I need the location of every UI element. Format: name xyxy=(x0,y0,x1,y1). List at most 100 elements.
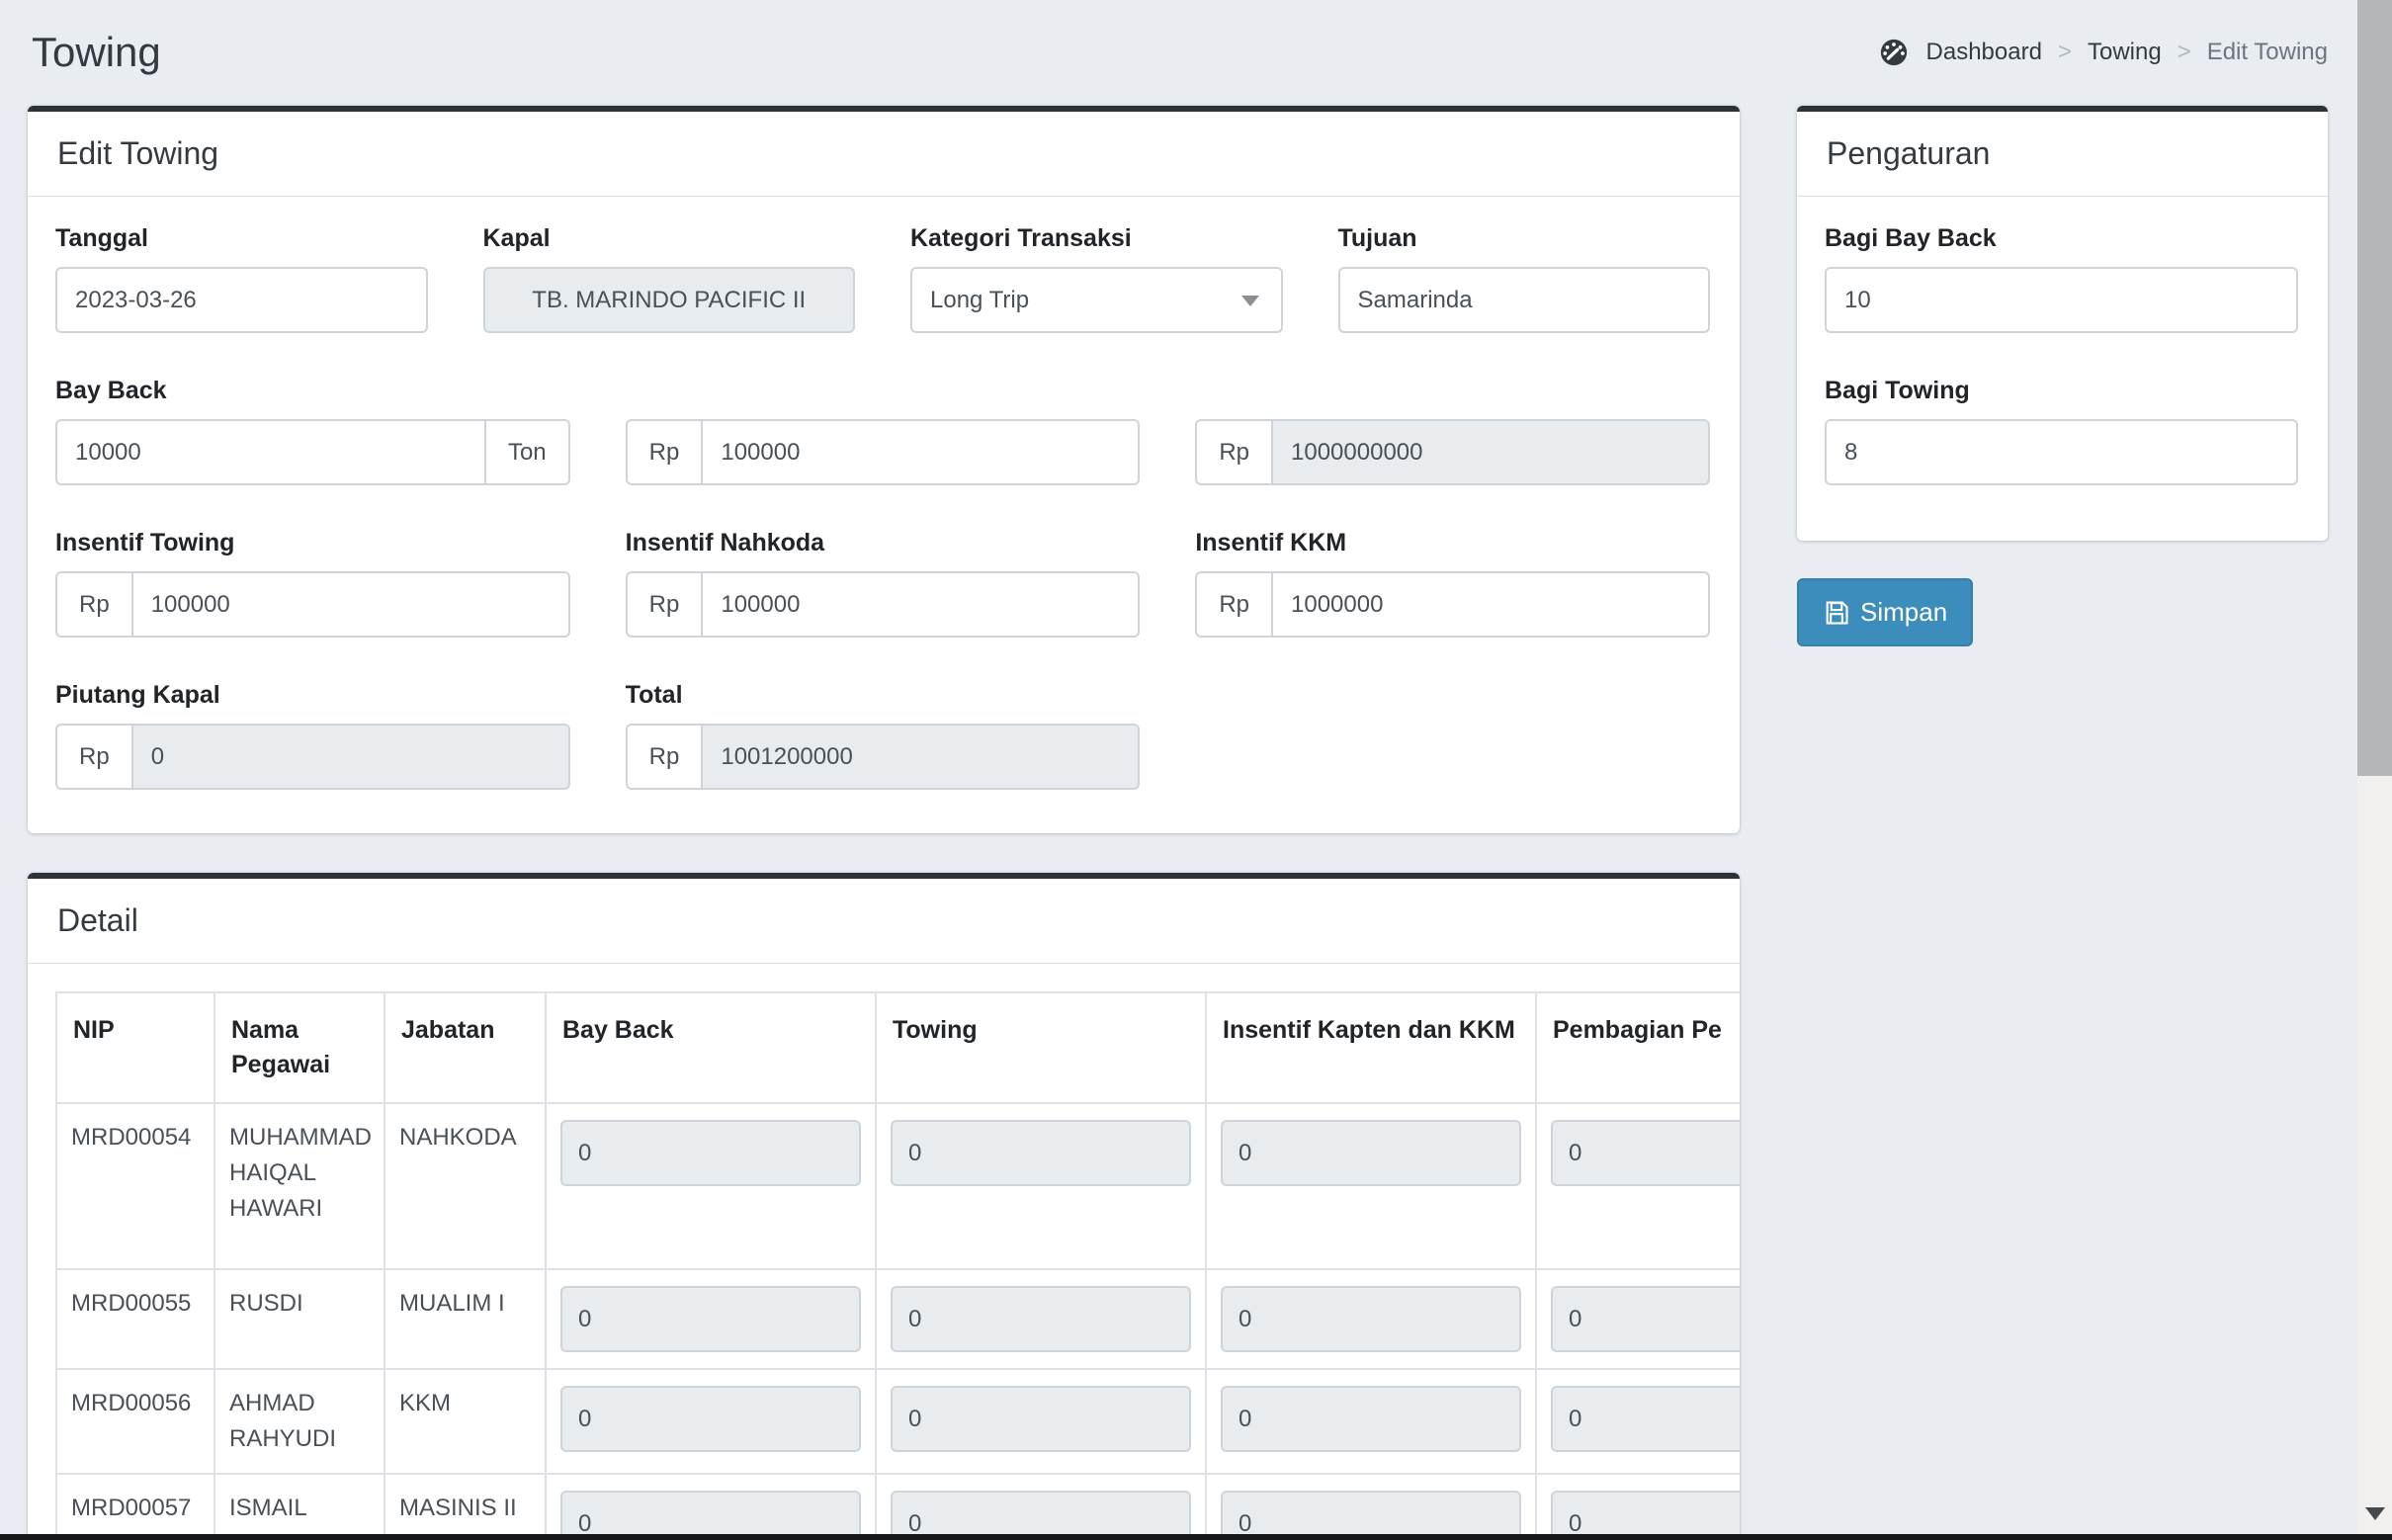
col-header-towing: Towing xyxy=(876,992,1206,1103)
table-header-row: NIP Nama Pegawai Jabatan Bay Back Towing… xyxy=(56,992,1740,1103)
bay-back-price-input[interactable] xyxy=(701,419,1140,485)
edit-towing-title: Edit Towing xyxy=(57,135,218,171)
total-currency-addon: Rp xyxy=(626,724,704,790)
insentif-nahkoda-currency-addon: Rp xyxy=(626,571,704,638)
bay-back-currency-addon: Rp xyxy=(626,419,704,485)
form-group-kapal: Kapal xyxy=(483,224,856,333)
detail-title: Detail xyxy=(57,902,138,938)
form-group-total: Total Rp xyxy=(626,681,1141,790)
bay-back-cell-input xyxy=(560,1386,861,1452)
col-header-nip: NIP xyxy=(56,992,214,1103)
insentif-towing-input[interactable] xyxy=(131,571,570,638)
breadcrumb-towing[interactable]: Towing xyxy=(2088,39,2162,66)
insentif-kapten-kkm-cell-input xyxy=(1221,1120,1521,1186)
nip-cell: MRD00056 xyxy=(56,1369,214,1474)
col-header-jabatan: Jabatan xyxy=(384,992,546,1103)
pembagian-cell-input xyxy=(1551,1386,1740,1452)
form-group-insentif-kkm: Insentif KKM Rp xyxy=(1195,529,1710,638)
tanggal-input[interactable] xyxy=(55,267,428,333)
detail-card-body: NIP Nama Pegawai Jabatan Bay Back Towing… xyxy=(28,964,1740,1540)
save-button[interactable]: Simpan xyxy=(1797,578,1973,646)
bay-back-cell-input xyxy=(560,1491,861,1540)
insentif-nahkoda-label: Insentif Nahkoda xyxy=(626,529,1141,557)
insentif-nahkoda-input[interactable] xyxy=(701,571,1140,638)
form-group-bagi-towing: Bagi Towing xyxy=(1825,377,2298,485)
tanggal-label: Tanggal xyxy=(55,224,428,253)
settings-column: Pengaturan Bagi Bay Back Bagi Towing Sim… xyxy=(1797,106,2328,646)
edit-towing-card: Edit Towing Tanggal Kapal Kategori Trans… xyxy=(28,106,1740,833)
form-group-piutang-kapal: Piutang Kapal Rp xyxy=(55,681,570,790)
table-row: MRD00054 MUHAMMAD HAIQAL HAWARI NAHKODA xyxy=(56,1103,1740,1269)
pembagian-cell-input xyxy=(1551,1491,1740,1540)
nip-cell: MRD00055 xyxy=(56,1269,214,1369)
bay-back-cell-input xyxy=(560,1120,861,1186)
form-group-bay-back: Bay Back Ton Rp Rp xyxy=(55,377,1710,485)
insentif-kapten-kkm-cell-input xyxy=(1221,1491,1521,1540)
bagi-towing-input[interactable] xyxy=(1825,419,2298,485)
nama-cell: MUHAMMAD HAIQAL HAWARI xyxy=(214,1103,384,1269)
save-button-label: Simpan xyxy=(1860,597,1947,628)
breadcrumb-dashboard[interactable]: Dashboard xyxy=(1926,39,2042,66)
towing-cell-input xyxy=(891,1491,1191,1540)
nip-cell: MRD00057 xyxy=(56,1474,214,1540)
pembagian-cell-input xyxy=(1551,1286,1740,1352)
bagi-bay-back-input[interactable] xyxy=(1825,267,2298,333)
total-label: Total xyxy=(626,681,1141,710)
table-row: MRD00056 AHMAD RAHYUDI KKM xyxy=(56,1369,1740,1474)
col-header-bay-back: Bay Back xyxy=(546,992,876,1103)
piutang-kapal-currency-addon: Rp xyxy=(55,724,133,790)
bay-back-total-input xyxy=(1271,419,1710,485)
breadcrumb-edit-towing: Edit Towing xyxy=(2207,39,2328,66)
bagi-bay-back-label: Bagi Bay Back xyxy=(1825,224,2298,253)
kapal-input xyxy=(483,267,856,333)
form-group-bagi-bay-back: Bagi Bay Back xyxy=(1825,224,2298,333)
bay-back-total-currency-addon: Rp xyxy=(1195,419,1273,485)
piutang-kapal-input xyxy=(131,724,570,790)
save-icon xyxy=(1823,599,1850,627)
insentif-kapten-kkm-cell-input xyxy=(1221,1286,1521,1352)
bay-back-price-group: Rp xyxy=(626,419,1141,485)
detail-table: NIP Nama Pegawai Jabatan Bay Back Towing… xyxy=(55,991,1740,1540)
tachometer-icon xyxy=(1879,38,1909,67)
form-group-insentif-towing: Insentif Towing Rp xyxy=(55,529,570,638)
bagi-towing-label: Bagi Towing xyxy=(1825,377,2298,405)
col-header-insentif-kapten-kkm: Insentif Kapten dan KKM xyxy=(1206,992,1536,1103)
nama-cell: ISMAIL xyxy=(214,1474,384,1540)
insentif-towing-label: Insentif Towing xyxy=(55,529,570,557)
insentif-kkm-input[interactable] xyxy=(1271,571,1710,638)
table-row: MRD00057 ISMAIL MASINIS II xyxy=(56,1474,1740,1540)
bay-back-qty-input[interactable] xyxy=(55,419,486,485)
form-group-tanggal: Tanggal xyxy=(55,224,428,333)
bay-back-qty-group: Ton xyxy=(55,419,570,485)
scrollbar-thumb[interactable] xyxy=(2357,0,2392,776)
edit-towing-card-body: Tanggal Kapal Kategori Transaksi Long Tr… xyxy=(28,197,1740,833)
detail-table-container: NIP Nama Pegawai Jabatan Bay Back Towing… xyxy=(55,991,1740,1540)
pengaturan-card-body: Bagi Bay Back Bagi Towing xyxy=(1797,197,2328,541)
tujuan-input[interactable] xyxy=(1338,267,1711,333)
vertical-scrollbar[interactable] xyxy=(2357,0,2392,1534)
towing-cell-input xyxy=(891,1120,1191,1186)
insentif-kapten-kkm-cell-input xyxy=(1221,1386,1521,1452)
jabatan-cell: MASINIS II xyxy=(384,1474,546,1540)
col-header-nama-pegawai: Nama Pegawai xyxy=(214,992,384,1103)
jabatan-cell: MUALIM I xyxy=(384,1269,546,1369)
bay-back-label: Bay Back xyxy=(55,377,1710,405)
breadcrumb-separator: > xyxy=(2058,39,2072,66)
bottom-edge-bar xyxy=(0,1534,2392,1540)
kategori-label: Kategori Transaksi xyxy=(910,224,1283,253)
kategori-select[interactable]: Long Trip xyxy=(910,267,1283,333)
nama-cell: AHMAD RAHYUDI xyxy=(214,1369,384,1474)
towing-cell-input xyxy=(891,1386,1191,1452)
edit-towing-card-header: Edit Towing xyxy=(28,112,1740,197)
breadcrumb: Dashboard > Towing > Edit Towing xyxy=(1879,38,2328,67)
form-group-tujuan: Tujuan xyxy=(1338,224,1711,333)
nip-cell: MRD00054 xyxy=(56,1103,214,1269)
nama-cell: RUSDI xyxy=(214,1269,384,1369)
insentif-kkm-label: Insentif KKM xyxy=(1195,529,1710,557)
kategori-selected-value: Long Trip xyxy=(930,287,1029,314)
table-row: MRD00055 RUSDI MUALIM I xyxy=(56,1269,1740,1369)
bay-back-total-group: Rp xyxy=(1195,419,1710,485)
pengaturan-card: Pengaturan Bagi Bay Back Bagi Towing xyxy=(1797,106,2328,541)
scroll-down-arrow-icon[interactable] xyxy=(2365,1507,2385,1520)
form-group-insentif-nahkoda: Insentif Nahkoda Rp xyxy=(626,529,1141,638)
